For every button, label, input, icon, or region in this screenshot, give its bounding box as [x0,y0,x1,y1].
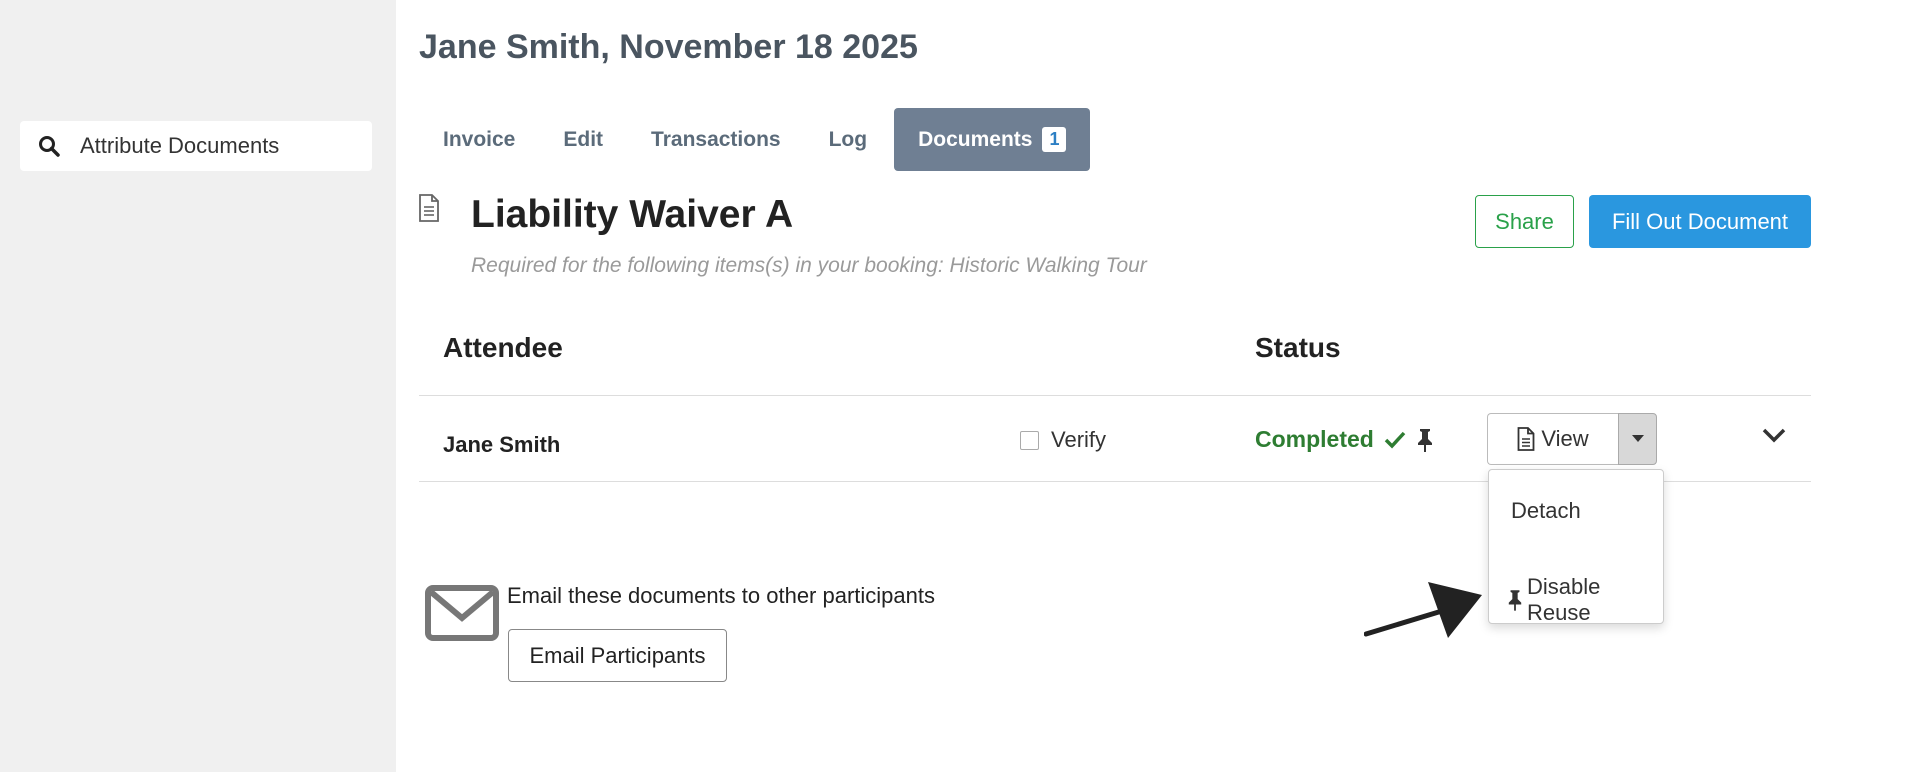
view-button-group: View [1487,413,1657,465]
status-text: Completed [1255,426,1374,452]
checkbox-box[interactable] [1020,430,1039,450]
sidebar-search-item[interactable]: Attribute Documents [20,121,372,171]
tab-edit[interactable]: Edit [539,108,627,171]
status-badge: Completed [1255,426,1434,453]
disable-reuse-label: Disable Reuse [1527,574,1601,625]
documents-count-badge: 1 [1042,127,1067,152]
share-button[interactable]: Share [1475,195,1574,248]
actions-dropdown-menu: Detach Disable Reuse [1488,469,1664,626]
tab-bar: Invoice Edit Transactions Log Documents … [419,108,1091,171]
tab-invoice[interactable]: Invoice [419,108,539,171]
verify-label: Verify [1051,427,1107,452]
view-button[interactable]: View [1487,413,1618,465]
attendee-name: Jane Smith [443,432,561,457]
pin-icon [1416,428,1434,452]
view-label: View [1541,426,1589,451]
status-column-header: Status [1255,332,1341,363]
main-content: Jane Smith, November 18 2025 Invoice Edi… [396,0,1905,772]
pin-icon [1507,589,1523,611]
check-icon [1384,431,1406,449]
email-participants-button[interactable]: Email Participants [508,629,727,682]
pointer-arrow-icon [1363,578,1482,645]
document-title: Liability Waiver A [471,193,794,236]
document-icon [418,194,440,222]
chevron-down-icon[interactable] [1762,428,1786,449]
tab-transactions[interactable]: Transactions [627,108,805,171]
page-title: Jane Smith, November 18 2025 [419,28,918,66]
tab-log[interactable]: Log [805,108,891,171]
search-icon [38,135,60,157]
table-divider [419,395,1811,396]
sidebar: Attribute Documents [0,0,396,772]
sidebar-search-label: Attribute Documents [80,133,280,158]
envelope-icon [425,585,499,646]
dropdown-toggle-button[interactable] [1618,413,1657,465]
tab-documents[interactable]: Documents 1 [894,108,1091,171]
attendee-column-header: Attendee [443,332,563,363]
app-root: Attribute Documents Jane Smith, November… [0,0,1905,772]
email-prompt-text: Email these documents to other participa… [507,583,936,608]
verify-checkbox[interactable]: Verify [1020,427,1106,453]
caret-down-icon [1631,430,1644,448]
file-icon [1517,427,1535,451]
document-subtitle: Required for the following items(s) in y… [471,254,1147,277]
menu-item-disable-reuse[interactable]: Disable Reuse [1507,574,1663,626]
tab-documents-label: Documents [918,127,1033,151]
fill-out-document-button[interactable]: Fill Out Document [1589,195,1811,248]
menu-item-detach[interactable]: Detach [1511,498,1581,524]
